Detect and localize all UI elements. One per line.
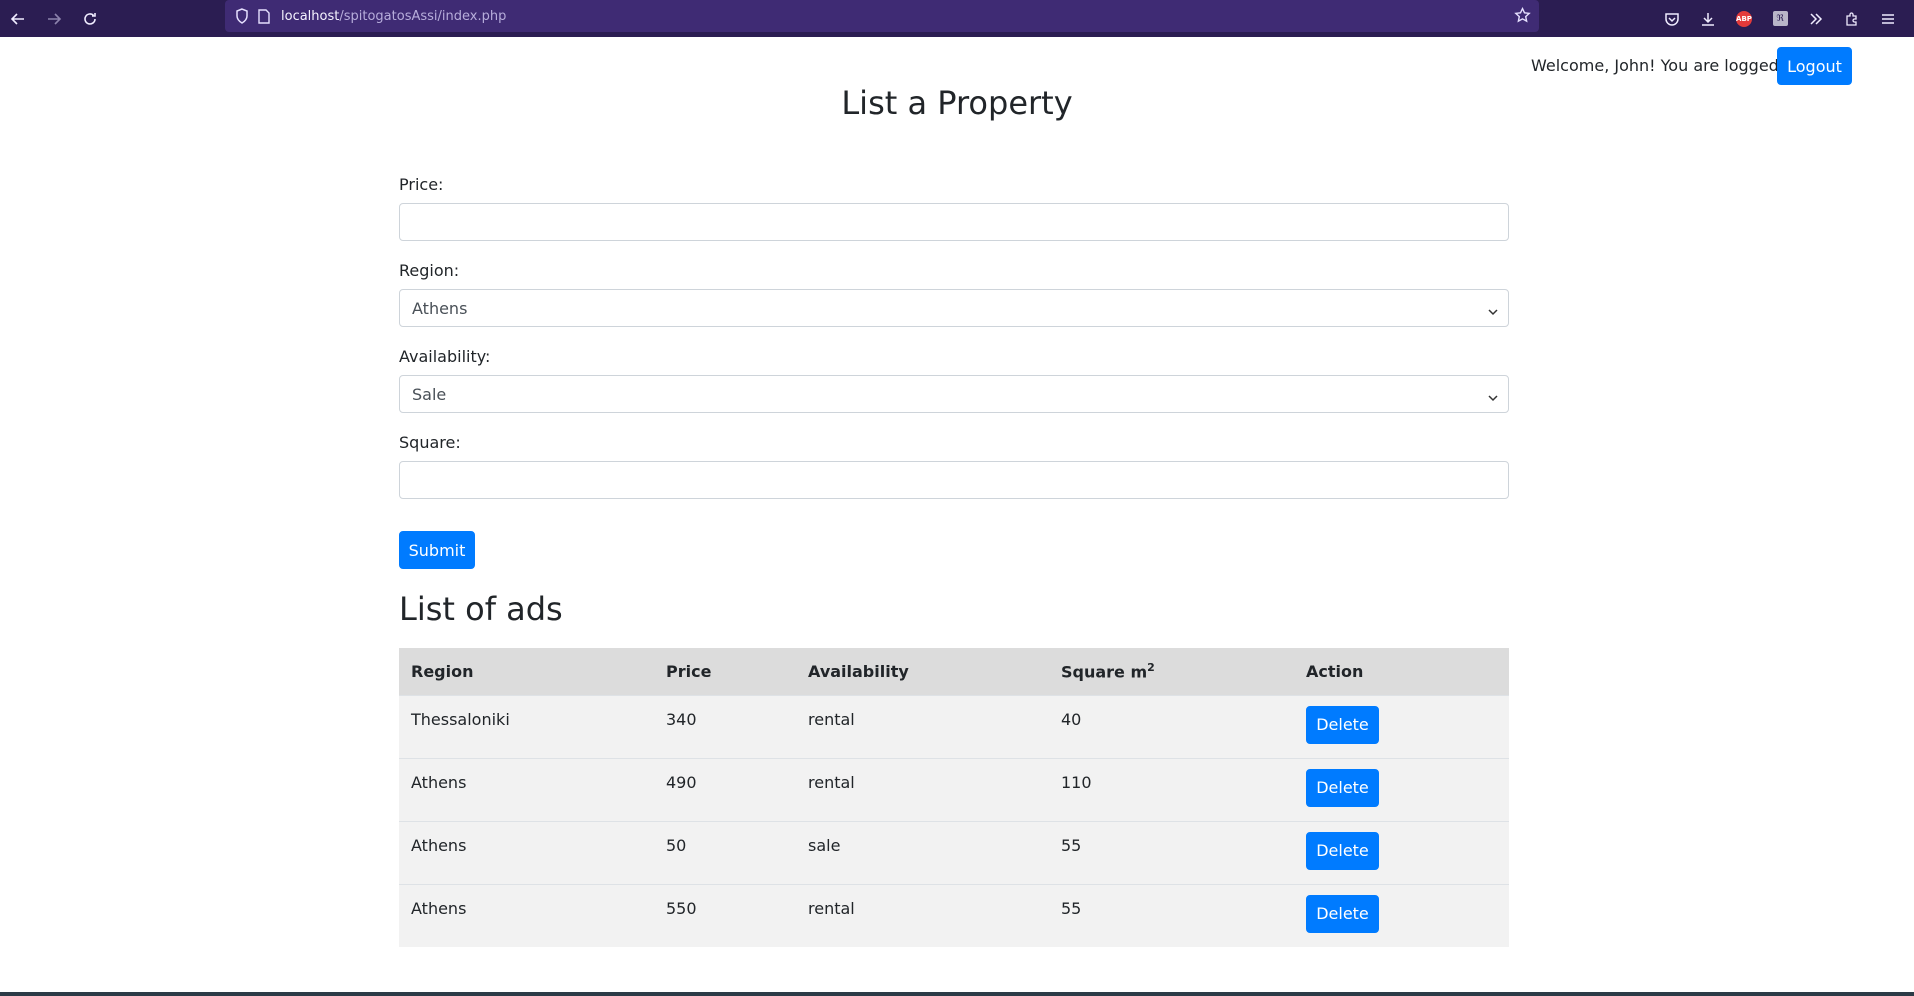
reload-icon <box>84 12 96 25</box>
back-arrow-icon <box>10 12 24 25</box>
welcome-message: Welcome, John! You are logged in. <box>1531 56 1804 75</box>
browser-toolbar: localhost/spitogatosAssi/index.php ABP ℜ <box>0 0 1914 37</box>
column-header-square: Square m2 <box>1061 661 1155 682</box>
extensions-puzzle-icon[interactable] <box>1834 0 1870 37</box>
submit-button[interactable]: Submit <box>399 531 475 569</box>
pocket-icon[interactable] <box>1654 0 1690 37</box>
ads-table: Region Price Availability Square m2 Acti… <box>399 648 1509 947</box>
cell-square: 55 <box>1061 835 1082 855</box>
column-header-action: Action <box>1306 661 1364 681</box>
cell-availability: sale <box>808 835 841 855</box>
delete-button[interactable]: Delete <box>1306 831 1379 870</box>
cell-region: Athens <box>411 835 467 855</box>
bottom-edge-bar <box>0 992 1914 996</box>
delete-button[interactable]: Delete <box>1306 768 1379 807</box>
price-input[interactable] <box>399 203 1509 241</box>
square-label: Square: <box>399 433 461 452</box>
table-row: Athens 550 rental 55 Delete <box>399 884 1509 947</box>
cell-action: Delete <box>1294 758 1509 821</box>
column-header-region: Region <box>411 661 474 681</box>
region-select-value: Athens <box>412 298 468 318</box>
cell-square: 110 <box>1061 772 1092 792</box>
availability-label: Availability: <box>399 347 491 366</box>
downloads-icon[interactable] <box>1690 0 1726 37</box>
cell-price: 340 <box>666 709 697 729</box>
url-bar[interactable]: localhost/spitogatosAssi/index.php <box>225 0 1539 32</box>
region-label: Region: <box>399 261 460 280</box>
bookmark-star-icon[interactable] <box>1514 6 1531 28</box>
logout-button[interactable]: Logout <box>1777 47 1852 85</box>
cell-square: 55 <box>1061 898 1082 918</box>
price-label: Price: <box>399 175 444 194</box>
region-select[interactable]: Athens <box>399 289 1509 327</box>
availability-select[interactable]: Sale <box>399 375 1509 413</box>
table-row: Athens 50 sale 55 Delete <box>399 821 1509 884</box>
cell-price: 550 <box>666 898 697 918</box>
page-icon <box>253 8 275 24</box>
more-tools-icon[interactable] <box>1798 0 1834 37</box>
table-header-row: Region Price Availability Square m2 Acti… <box>399 648 1509 695</box>
forward-button[interactable] <box>36 0 72 37</box>
cell-availability: rental <box>808 709 855 729</box>
table-row: Thessaloniki 340 rental 40 Delete <box>399 695 1509 758</box>
reload-button[interactable] <box>72 0 108 37</box>
delete-button[interactable]: Delete <box>1306 705 1379 744</box>
cell-availability: rental <box>808 772 855 792</box>
delete-button[interactable]: Delete <box>1306 894 1379 933</box>
cell-region: Thessaloniki <box>411 709 510 729</box>
extension-icon[interactable]: ℜ <box>1762 0 1798 37</box>
forward-arrow-icon <box>48 12 62 25</box>
cell-region: Athens <box>411 898 467 918</box>
cell-action: Delete <box>1294 821 1509 884</box>
menu-icon[interactable] <box>1870 0 1906 37</box>
cell-availability: rental <box>808 898 855 918</box>
chevron-down-icon <box>1488 388 1498 407</box>
column-header-price: Price <box>666 661 712 681</box>
page-title: List a Property <box>841 84 1073 122</box>
url-text: localhost/spitogatosAssi/index.php <box>281 8 507 24</box>
cell-square: 40 <box>1061 709 1082 729</box>
back-button[interactable] <box>0 0 36 37</box>
square-input[interactable] <box>399 461 1509 499</box>
ads-list-title: List of ads <box>399 590 563 628</box>
cell-region: Athens <box>411 772 467 792</box>
shield-icon[interactable] <box>231 8 253 24</box>
cell-action: Delete <box>1294 884 1509 947</box>
availability-select-value: Sale <box>412 384 447 404</box>
cell-price: 490 <box>666 772 697 792</box>
cell-price: 50 <box>666 835 687 855</box>
column-header-availability: Availability <box>808 661 909 681</box>
chevron-down-icon <box>1488 302 1498 321</box>
table-row: Athens 490 rental 110 Delete <box>399 758 1509 821</box>
adblock-extension-icon[interactable]: ABP <box>1726 0 1762 37</box>
cell-action: Delete <box>1294 695 1509 758</box>
